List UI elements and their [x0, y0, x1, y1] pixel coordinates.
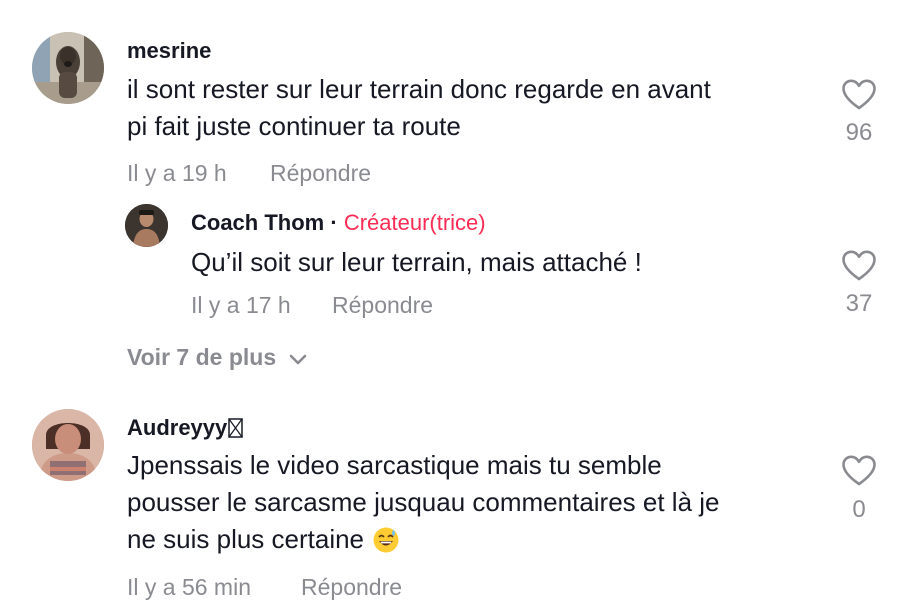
- comment-timestamp: Il y a 56 min: [127, 574, 251, 600]
- creator-badge: Créateur(trice): [343, 210, 486, 235]
- missing-glyph-box-icon: [228, 418, 244, 438]
- reply-button[interactable]: Répondre: [270, 160, 371, 187]
- heart-icon[interactable]: [842, 250, 876, 282]
- avatar[interactable]: [32, 409, 104, 481]
- comment-text-line: ne suis plus certaine: [127, 524, 365, 554]
- comment-text-line-last: ne suis plus certaine: [127, 521, 720, 558]
- reply-header: Coach Thom · Créateur(trice): [191, 210, 486, 236]
- reply-timestamp: Il y a 17 h: [191, 292, 291, 318]
- chevron-down-icon: [289, 354, 307, 364]
- comment-text-line: pi fait juste continuer ta route: [127, 111, 461, 141]
- view-more-replies-label: Voir 7 de plus: [127, 344, 277, 370]
- dog-photo-avatar-icon: [32, 32, 104, 104]
- like-count: 96: [845, 119, 873, 146]
- avatar[interactable]: [32, 32, 104, 104]
- avatar[interactable]: [125, 204, 168, 247]
- view-more-replies-button[interactable]: Voir 7 de plus: [127, 344, 308, 371]
- reply-username[interactable]: Coach Thom: [191, 210, 324, 235]
- comment-text-line: Jpenssais le video sarcastique mais tu s…: [127, 450, 662, 480]
- reply-text: Qu’il soit sur leur terrain, mais attach…: [191, 247, 642, 277]
- comment-text: il sont rester sur leur terrain donc reg…: [127, 71, 711, 145]
- like-count: 37: [845, 290, 873, 317]
- comment-text-line: pousser le sarcasme jusquau commentaires…: [127, 487, 720, 517]
- heart-icon[interactable]: [842, 455, 876, 487]
- person-photo-avatar-icon: [32, 409, 104, 481]
- comment-text-line: il sont rester sur leur terrain donc reg…: [127, 74, 711, 104]
- reply-button[interactable]: Répondre: [332, 292, 433, 319]
- person-photo-avatar-icon: [125, 204, 168, 247]
- comment-username: Audreyyy: [127, 415, 228, 440]
- reply-button[interactable]: Répondre: [301, 574, 402, 601]
- separator-dot: ·: [330, 210, 338, 235]
- heart-icon[interactable]: [842, 79, 876, 111]
- like-count: 0: [852, 496, 866, 523]
- comment-text: Jpenssais le video sarcastique mais tu s…: [127, 447, 720, 558]
- comment-timestamp: Il y a 19 h: [127, 160, 227, 186]
- comment-username[interactable]: mesrine: [127, 38, 211, 64]
- comment-username-wrapper[interactable]: Audreyyy: [127, 415, 244, 441]
- grinning-sweat-emoji-icon: [373, 527, 399, 552]
